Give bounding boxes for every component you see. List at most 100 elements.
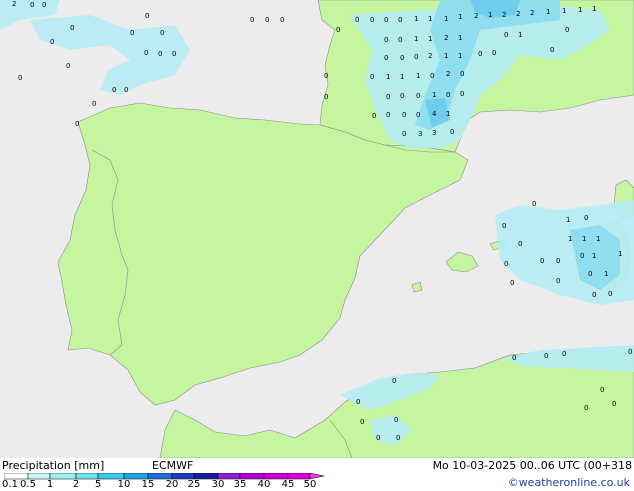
station-value: 2 — [444, 34, 448, 42]
station-value: 1 — [582, 235, 586, 243]
station-value: 1 — [458, 52, 462, 60]
station-value: 0 — [324, 72, 328, 80]
color-scale-tick-label: 10 — [117, 479, 131, 490]
station-value: 1 — [428, 35, 432, 43]
station-value: 0 — [556, 257, 560, 265]
color-scale-tick-label: 15 — [141, 479, 155, 490]
station-value: 1 — [444, 15, 448, 23]
color-scale-tick-label: 25 — [187, 479, 201, 490]
station-value: 0 — [360, 418, 364, 426]
station-value: 0 — [492, 49, 496, 57]
station-value: 2 — [474, 12, 478, 20]
station-value: 0 — [384, 54, 388, 62]
station-value: 0 — [66, 62, 70, 70]
station-value: 0 — [608, 290, 612, 298]
station-value: 1 — [428, 15, 432, 23]
station-value: 1 — [400, 73, 404, 81]
station-value: 1 — [458, 34, 462, 42]
station-value: 0 — [416, 111, 420, 119]
station-value: 0 — [460, 70, 464, 78]
valid-time: Mo 10-03-2025 00..06 UTC (00+318 — [432, 459, 632, 472]
station-value: 0 — [584, 404, 588, 412]
station-value: 0 — [416, 92, 420, 100]
station-value: 0 — [384, 16, 388, 24]
station-value: 0 — [144, 49, 148, 57]
station-value: 0 — [600, 386, 604, 394]
color-scale-tick-label: 30 — [211, 479, 225, 490]
station-value: 0 — [510, 279, 514, 287]
station-value: 0 — [336, 26, 340, 34]
station-value: 0 — [402, 130, 406, 138]
station-value: 0 — [160, 29, 164, 37]
station-value: 2 — [502, 11, 506, 19]
station-value: 0 — [540, 257, 544, 265]
station-value: 0 — [384, 36, 388, 44]
station-value: 0 — [42, 1, 46, 9]
station-value: 0 — [396, 434, 400, 442]
station-value: 0 — [280, 16, 284, 24]
station-value: 0 — [370, 73, 374, 81]
station-value: 1 — [566, 216, 570, 224]
station-value: 0 — [502, 222, 506, 230]
station-value: 2 — [428, 52, 432, 60]
station-value: 1 — [518, 31, 522, 39]
station-value: 0 — [518, 240, 522, 248]
station-value: 0 — [130, 29, 134, 37]
station-value: 0 — [550, 46, 554, 54]
color-scale-tick-label: 1 — [46, 479, 54, 490]
station-value: 0 — [628, 348, 632, 356]
copyright: ©weatheronline.co.uk — [507, 476, 630, 489]
station-value: 0 — [376, 434, 380, 442]
color-scale-tick-label: 2 — [72, 479, 80, 490]
station-value: 0 — [265, 16, 269, 24]
station-value: 0 — [30, 1, 34, 9]
station-value: 0 — [478, 50, 482, 58]
station-value: 0 — [565, 26, 569, 34]
station-value: 1 — [618, 250, 622, 258]
station-value: 0 — [504, 260, 508, 268]
station-value: 0 — [460, 90, 464, 98]
color-scale-tick-label: 45 — [281, 479, 295, 490]
color-scale-tick-label: 5 — [94, 479, 102, 490]
station-value: 0 — [250, 16, 254, 24]
station-value: 1 — [386, 73, 390, 81]
station-value: 0 — [504, 31, 508, 39]
station-value: 0 — [372, 112, 376, 120]
station-value: 0 — [92, 100, 96, 108]
station-value: 1 — [414, 35, 418, 43]
station-value: 0 — [158, 50, 162, 58]
station-value: 0 — [324, 93, 328, 101]
station-value: 0 — [400, 92, 404, 100]
station-value: 1 — [604, 270, 608, 278]
station-value: 1 — [546, 8, 550, 16]
station-value: 1 — [578, 6, 582, 14]
station-value: 0 — [75, 120, 79, 128]
station-value: 0 — [398, 16, 402, 24]
station-value: 0 — [450, 128, 454, 136]
station-value: 0 — [370, 16, 374, 24]
station-value: 1 — [592, 5, 596, 13]
station-value: 1 — [592, 252, 596, 260]
station-value: 0 — [50, 38, 54, 46]
station-value: 0 — [394, 416, 398, 424]
station-value: 1 — [416, 72, 420, 80]
station-value: 0 — [562, 350, 566, 358]
station-value: 1 — [488, 11, 492, 19]
station-value: 0 — [18, 74, 22, 82]
station-value: 1 — [562, 7, 566, 15]
station-value: 3 — [418, 130, 422, 138]
station-value: 1 — [596, 235, 600, 243]
station-value: 1 — [432, 91, 436, 99]
station-value: 0 — [544, 352, 548, 360]
station-value: 4 — [432, 110, 437, 118]
station-value: 1 — [414, 15, 418, 23]
station-value: 2 — [530, 9, 534, 17]
station-value: 0 — [446, 91, 450, 99]
station-value: 0 — [386, 93, 390, 101]
color-scale-tick-label: 40 — [257, 479, 271, 490]
station-value: 0 — [400, 54, 404, 62]
station-value: 0 — [588, 270, 592, 278]
station-value: 1 — [444, 52, 448, 60]
station-value: 2 — [12, 0, 16, 8]
precipitation-map: 2 0 0 0 0 0 0 0 0 0 0 0 0 0 0 0 0 0 0 0 … — [0, 0, 634, 458]
